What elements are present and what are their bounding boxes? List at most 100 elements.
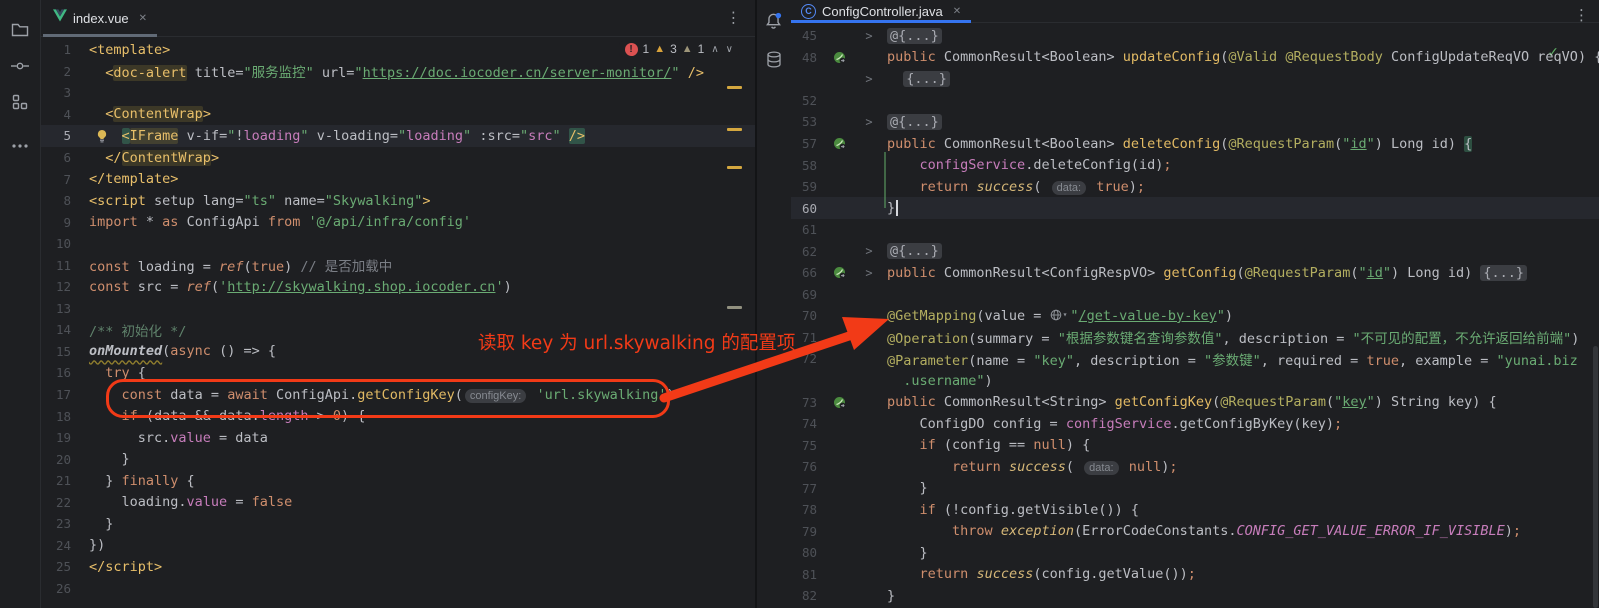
code-line: 10	[41, 233, 755, 255]
code-line: 25</script>	[41, 556, 755, 578]
code-line: 16 try {	[41, 362, 755, 384]
line-number: 53	[791, 114, 817, 129]
line-number: 22	[41, 495, 87, 510]
database-icon[interactable]	[757, 46, 790, 72]
tab-label: ConfigController.java	[822, 4, 943, 19]
code-line: 17 const data = await ConfigApi.getConfi…	[41, 384, 755, 406]
tab-configcontroller-java[interactable]: C ConfigController.java ✕	[791, 0, 971, 22]
warning-stripe-mark[interactable]	[727, 166, 742, 169]
commit-icon[interactable]	[0, 52, 40, 80]
line-number: 15	[41, 344, 87, 359]
request-mapping-gutter-icon[interactable]	[817, 266, 861, 279]
line-number: 79	[791, 524, 817, 539]
line-number: 81	[791, 567, 817, 582]
line-number: 4	[41, 107, 87, 122]
line-number: 6	[41, 150, 87, 165]
line-number: 62	[791, 244, 817, 259]
structure-icon[interactable]	[0, 88, 40, 116]
code-line: 57public CommonResult<Boolean> deleteCon…	[791, 133, 1599, 155]
line-number: 60	[791, 201, 817, 216]
editor-options-kebab-icon[interactable]: ⋮	[726, 11, 741, 26]
code-line: 70@GetMapping(value = ▾"/get-value-by-ke…	[791, 305, 1599, 327]
line-number: 14	[41, 322, 87, 337]
line-number: 23	[41, 516, 87, 531]
code-line: 71@Operation(summary = "根据参数键名查询参数值", de…	[791, 327, 1599, 349]
code-line: 69	[791, 284, 1599, 306]
line-number: 16	[41, 365, 87, 380]
line-number: 19	[41, 430, 87, 445]
editor-options-kebab-icon[interactable]: ⋮	[1574, 8, 1589, 23]
line-number: 75	[791, 438, 817, 453]
vertical-scrollbar[interactable]	[1593, 346, 1598, 608]
code-line: 66>public CommonResult<ConfigRespVO> get…	[791, 262, 1599, 284]
line-number: 26	[41, 581, 87, 596]
line-number: 10	[41, 236, 87, 251]
brace-scope-guide	[884, 152, 886, 208]
code-line: 59 return success( data: true);	[791, 176, 1599, 198]
vue-file-icon	[53, 9, 67, 27]
next-problem-icon[interactable]: ∨	[726, 44, 733, 55]
warning-count: 3	[670, 42, 677, 56]
weak-warning-icon: ▲	[682, 43, 693, 55]
code-line: 22 loading.value = false	[41, 491, 755, 513]
warning-stripe-mark[interactable]	[727, 128, 742, 131]
close-tab-icon[interactable]: ✕	[139, 13, 147, 24]
line-number: 59	[791, 179, 817, 194]
code-line: 7</template>	[41, 168, 755, 190]
code-line: 26	[41, 578, 755, 600]
fold-arrow-icon[interactable]: >	[861, 266, 877, 280]
code-line: 18 if (data && data.length > 0) {	[41, 405, 755, 427]
line-number: 8	[41, 193, 87, 208]
error-count: 1	[643, 42, 650, 56]
warning-stripe-mark[interactable]	[727, 86, 742, 89]
code-line: 74 ConfigDO config = configService.getCo…	[791, 413, 1599, 435]
weak-warning-stripe-mark[interactable]	[727, 306, 742, 309]
code-line: 13	[41, 298, 755, 320]
code-line: 80 }	[791, 542, 1599, 564]
annotation-text: 读取 key 为 url.skywalking 的配置项	[478, 329, 795, 355]
line-number: 45	[791, 28, 817, 43]
line-number: 73	[791, 395, 817, 410]
java-editor: 45>@{...}48public CommonResult<Boolean> …	[791, 23, 1599, 608]
url-globe-icon[interactable]: ▾	[1050, 309, 1068, 321]
code-line: 73public CommonResult<String> getConfigK…	[791, 391, 1599, 413]
fold-arrow-icon[interactable]: >	[861, 115, 877, 129]
java-class-icon: C	[801, 4, 816, 19]
code-line: 23 }	[41, 513, 755, 535]
line-number: 7	[41, 172, 87, 187]
code-line: 76 return success( data: null);	[791, 456, 1599, 478]
line-number: 11	[41, 258, 87, 273]
line-number: 1	[41, 42, 87, 57]
fold-arrow-icon[interactable]: >	[861, 244, 877, 258]
tab-index-vue[interactable]: index.vue ✕	[43, 0, 157, 36]
fold-arrow-icon[interactable]: >	[861, 72, 877, 86]
project-folder-icon[interactable]	[0, 16, 40, 44]
code-line: 82}	[791, 585, 1599, 607]
more-tool-windows-icon[interactable]	[0, 132, 40, 160]
tab-label: index.vue	[73, 11, 129, 26]
fold-arrow-icon[interactable]: >	[861, 29, 877, 43]
previous-problem-icon[interactable]: ∧	[711, 44, 718, 55]
right-tab-bar: C ConfigController.java ✕ ⋮	[791, 0, 1599, 23]
notifications-bell-icon[interactable]	[757, 8, 790, 34]
warning-icon: ▲	[654, 43, 665, 55]
middle-tool-strip	[757, 0, 790, 608]
code-line: 53>@{...}	[791, 111, 1599, 133]
line-number: 61	[791, 222, 817, 237]
line-number: 5	[41, 128, 87, 143]
request-mapping-gutter-icon[interactable]	[817, 137, 861, 150]
request-mapping-gutter-icon[interactable]	[817, 396, 861, 409]
line-number: 25	[41, 559, 87, 574]
code-line: 48public CommonResult<Boolean> updateCon…	[791, 47, 1599, 69]
line-number: 48	[791, 50, 817, 65]
line-number: 80	[791, 545, 817, 560]
line-number: 21	[41, 473, 87, 488]
code-line: 20 }	[41, 448, 755, 470]
request-mapping-gutter-icon[interactable]	[817, 51, 861, 64]
code-line: 78 if (!config.getVisible()) {	[791, 499, 1599, 521]
code-line: 77 }	[791, 477, 1599, 499]
close-tab-icon[interactable]: ✕	[953, 6, 961, 17]
line-number: 52	[791, 93, 817, 108]
code-line: 5 <IFrame v-if="!loading" v-loading="loa…	[41, 125, 755, 147]
inspections-widget[interactable]: ! 1 ▲ 3 ▲ 1 ∧ ∨	[619, 41, 740, 57]
